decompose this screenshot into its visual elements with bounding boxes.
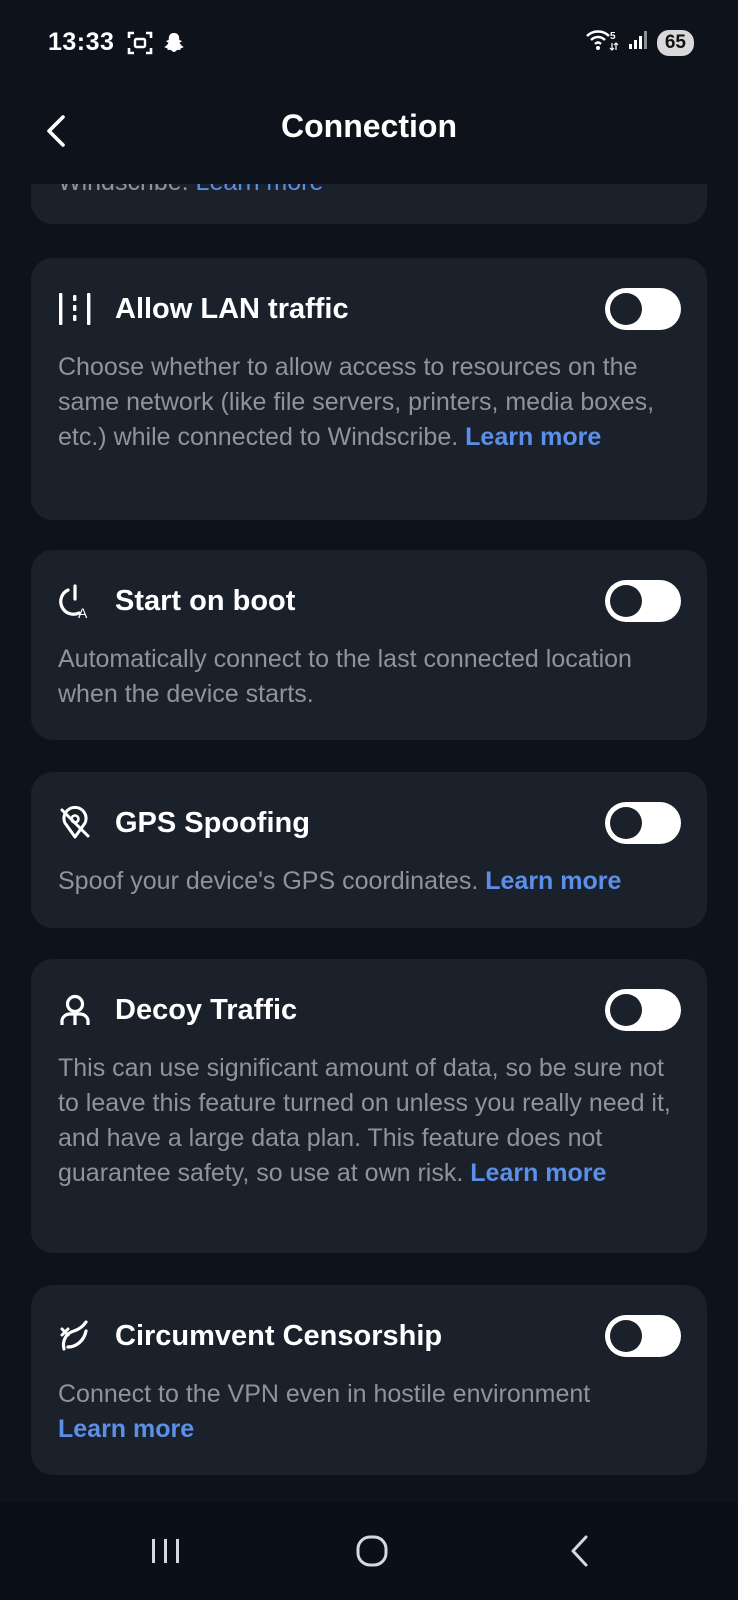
setting-description: Automatically connect to the last connec… [58,642,681,712]
page-title: Connection [281,108,457,144]
setting-card-gps-spoofing: GPS Spoofing Spoof your device's GPS coo… [31,772,707,928]
svg-text:5: 5 [610,31,616,42]
person-icon [57,992,93,1028]
toggle-knob [610,994,642,1026]
setting-card-circumvent-censorship: Circumvent Censorship Connect to the VPN… [31,1285,707,1475]
back-nav-button[interactable] [550,1528,610,1574]
start-on-boot-toggle[interactable] [605,580,681,622]
partial-description: Windscribe. Learn more [58,184,323,197]
svg-text:A: A [78,605,88,619]
settings-list[interactable]: Windscribe. Learn more Allow LAN traffic [0,184,738,1502]
toggle-knob [610,585,642,617]
recent-apps-icon [152,1539,179,1563]
setting-title: Decoy Traffic [115,993,298,1026]
setting-card-lan: Allow LAN traffic Choose whether to allo… [31,258,707,520]
partial-description-text: Windscribe. [58,184,189,196]
setting-description-text: Automatically connect to the last connec… [58,645,632,708]
screen: 13:33 5 65 Connection Allow LAN traffic … [0,0,738,1600]
toggle-knob [610,1320,642,1352]
status-icons-right: 5 65 [585,28,694,57]
power-auto-icon: A [57,583,93,619]
signal-icon [627,29,649,56]
screenshot-icon [126,30,154,61]
battery-badge: 65 [656,29,694,56]
setting-card-partial: Windscribe. Learn more [31,184,707,224]
setting-card-start-on-boot: A Start on boot Automatically connect to… [31,550,707,740]
status-bar: 13:33 5 65 [0,0,738,88]
setting-description: This can use significant amount of data,… [58,1051,681,1191]
learn-more-link[interactable]: Learn more [196,184,324,196]
toggle-knob [610,807,642,839]
setting-description: Connect to the VPN even in hostile envir… [58,1377,681,1447]
decoy-traffic-toggle[interactable] [605,989,681,1031]
setting-header: GPS Spoofing [57,798,681,848]
circumvent-censorship-toggle[interactable] [605,1315,681,1357]
setting-description: Spoof your device's GPS coordinates. Lea… [58,864,681,899]
back-icon [571,1535,588,1567]
setting-card-decoy-traffic: Decoy Traffic This can use significant a… [31,959,707,1253]
setting-description-text: Connect to the VPN even in hostile envir… [58,1380,591,1408]
location-off-icon [57,805,93,841]
setting-title: Circumvent Censorship [115,1319,443,1352]
learn-more-link[interactable]: Learn more [485,867,621,895]
status-icons-left [126,30,186,61]
toggle-knob [610,293,642,325]
wifi-icon: 5 [585,28,619,57]
setting-title: GPS Spoofing [115,806,310,839]
setting-description: Choose whether to allow access to resour… [58,350,681,455]
setting-header: Allow LAN traffic [57,284,681,334]
learn-more-link[interactable]: Learn more [58,1415,194,1443]
setting-header: Circumvent Censorship [57,1311,681,1361]
setting-title: Start on boot [115,584,296,617]
lan-toggle[interactable] [605,288,681,330]
lan-icon [57,291,93,327]
setting-title: Allow LAN traffic [115,292,349,325]
setting-header: A Start on boot [57,576,681,626]
censorship-icon [57,1318,93,1354]
recent-apps-button[interactable] [136,1528,196,1574]
home-button[interactable] [342,1528,402,1574]
home-icon [356,1535,388,1567]
header: Connection [0,88,738,184]
learn-more-link[interactable]: Learn more [470,1159,606,1187]
status-time: 13:33 [48,28,115,56]
gps-spoofing-toggle[interactable] [605,802,681,844]
system-nav-bar [0,1502,738,1600]
setting-description-text: Spoof your device's GPS coordinates. [58,867,479,895]
setting-header: Decoy Traffic [57,985,681,1035]
snapchat-icon [162,31,186,60]
learn-more-link[interactable]: Learn more [465,423,601,451]
